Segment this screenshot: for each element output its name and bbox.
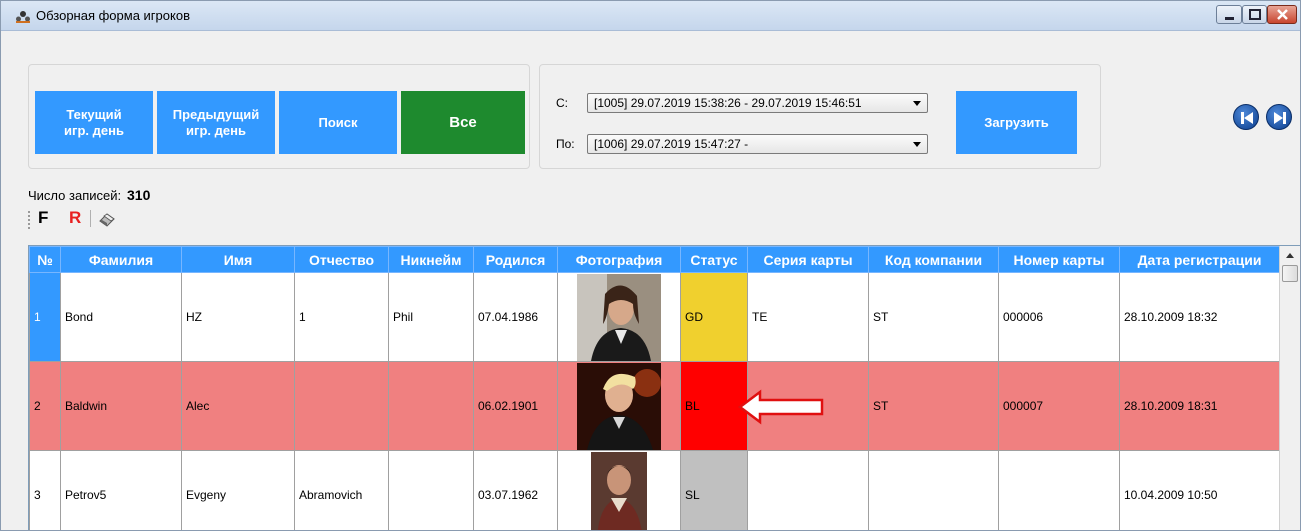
row-number: 2 [29,361,61,451]
first-record-button[interactable] [1233,104,1259,130]
column-header-photo[interactable]: Фотография [557,246,681,273]
from-session-select[interactable]: [1005] 29.07.2019 15:38:26 - 29.07.2019 … [587,93,928,113]
cell-first-name: Alec [181,361,295,451]
cell-status: SL [680,450,748,530]
table-row[interactable]: 2 Baldwin Alec 06.02.1901 BL ST 000007 2… [29,361,1280,451]
skip-back-icon [1241,112,1253,124]
cell-nickname [388,361,474,451]
cell-photo [557,450,681,530]
column-header-first-name[interactable]: Имя [181,246,295,273]
column-header-company-code[interactable]: Код компании [868,246,999,273]
row-number: 1 [29,272,61,362]
minimize-button[interactable] [1216,5,1242,24]
to-session-select[interactable]: [1006] 29.07.2019 15:47:27 - [587,134,928,154]
cell-status: GD [680,272,748,362]
table-row[interactable]: 3 Petrov5 Evgeny Abramovich 03.07.1962 S… [29,450,1280,530]
cell-first-name: Evgeny [181,450,295,530]
current-day-button[interactable]: Текущий игр. день [35,91,153,154]
cell-registration-date: 28.10.2009 18:31 [1119,361,1280,451]
last-record-button[interactable] [1266,104,1292,130]
window-title: Обзорная форма игроков [36,8,190,23]
cell-last-name: Petrov5 [60,450,182,530]
toolbar-separator [90,210,91,227]
cell-patronymic [294,361,389,451]
record-count-label: Число записей: [28,188,122,203]
column-header-last-name[interactable]: Фамилия [60,246,182,273]
column-header-card-series[interactable]: Серия карты [747,246,869,273]
vertical-scrollbar[interactable] [1279,246,1300,530]
players-table: № Фамилия Имя Отчество Никнейм Родился Ф… [29,246,1280,530]
column-header-nickname[interactable]: Никнейм [388,246,474,273]
table-row[interactable]: 1 Bond HZ 1 Phil 07.04.1986 GD TE ST 000… [29,272,1280,362]
from-label: С: [556,96,568,110]
all-button[interactable]: Все [401,91,525,154]
player-photo [577,273,661,361]
column-header-number[interactable]: № [29,246,61,273]
to-session-value: [1006] 29.07.2019 15:47:27 - [594,137,749,151]
players-overview-window: Обзорная форма игроков Текущий игр. день… [0,0,1301,531]
scroll-up-icon[interactable] [1282,248,1298,264]
filter-f-button[interactable]: F [38,208,48,228]
column-header-born[interactable]: Родился [473,246,558,273]
column-header-card-number[interactable]: Номер карты [998,246,1120,273]
maximize-button[interactable] [1242,5,1267,24]
chevron-down-icon [913,101,921,106]
cell-card-number: 000006 [998,272,1120,362]
previous-day-button[interactable]: Предыдущий игр. день [157,91,275,154]
cell-nickname: Phil [388,272,474,362]
annotation-arrow-icon [738,389,824,425]
from-session-value: [1005] 29.07.2019 15:38:26 - 29.07.2019 … [594,96,862,110]
cell-card-number: 000007 [998,361,1120,451]
cell-company-code [868,450,999,530]
maximize-icon [1249,9,1261,20]
column-header-registration-date[interactable]: Дата регистрации [1119,246,1280,273]
chevron-down-icon [913,142,921,147]
cell-company-code: ST [868,272,999,362]
toolbar-grip[interactable] [28,211,30,229]
cell-first-name: HZ [181,272,295,362]
cell-company-code: ST [868,361,999,451]
cell-photo [557,272,681,362]
cell-card-series [747,450,869,530]
minimize-icon [1225,17,1234,20]
reset-r-button[interactable]: R [69,208,81,228]
table-header-row: № Фамилия Имя Отчество Никнейм Родился Ф… [29,246,1280,273]
cell-nickname [388,450,474,530]
close-button[interactable] [1267,5,1297,24]
players-grid[interactable]: № Фамилия Имя Отчество Никнейм Родился Ф… [28,245,1300,530]
cell-born: 07.04.1986 [473,272,558,362]
eraser-icon[interactable] [97,210,117,228]
cell-card-series: TE [747,272,869,362]
load-button[interactable]: Загрузить [956,91,1077,154]
to-label: По: [556,137,575,151]
app-icon [16,11,30,23]
cell-card-number [998,450,1120,530]
cell-born: 06.02.1901 [473,361,558,451]
skip-forward-icon [1274,112,1286,124]
close-icon [1277,9,1288,20]
cell-registration-date: 28.10.2009 18:32 [1119,272,1280,362]
search-button[interactable]: Поиск [279,91,397,154]
scroll-thumb[interactable] [1282,265,1298,282]
row-number: 3 [29,450,61,530]
cell-photo [557,361,681,451]
cell-registration-date: 10.04.2009 10:50 [1119,450,1280,530]
player-photo [577,362,661,450]
column-header-patronymic[interactable]: Отчество [294,246,389,273]
cell-last-name: Bond [60,272,182,362]
column-header-status[interactable]: Статус [680,246,748,273]
cell-patronymic: Abramovich [294,450,389,530]
cell-patronymic: 1 [294,272,389,362]
record-count-value: 310 [127,187,151,203]
title-bar: Обзорная форма игроков [1,1,1300,31]
player-photo [577,451,661,530]
cell-last-name: Baldwin [60,361,182,451]
cell-born: 03.07.1962 [473,450,558,530]
